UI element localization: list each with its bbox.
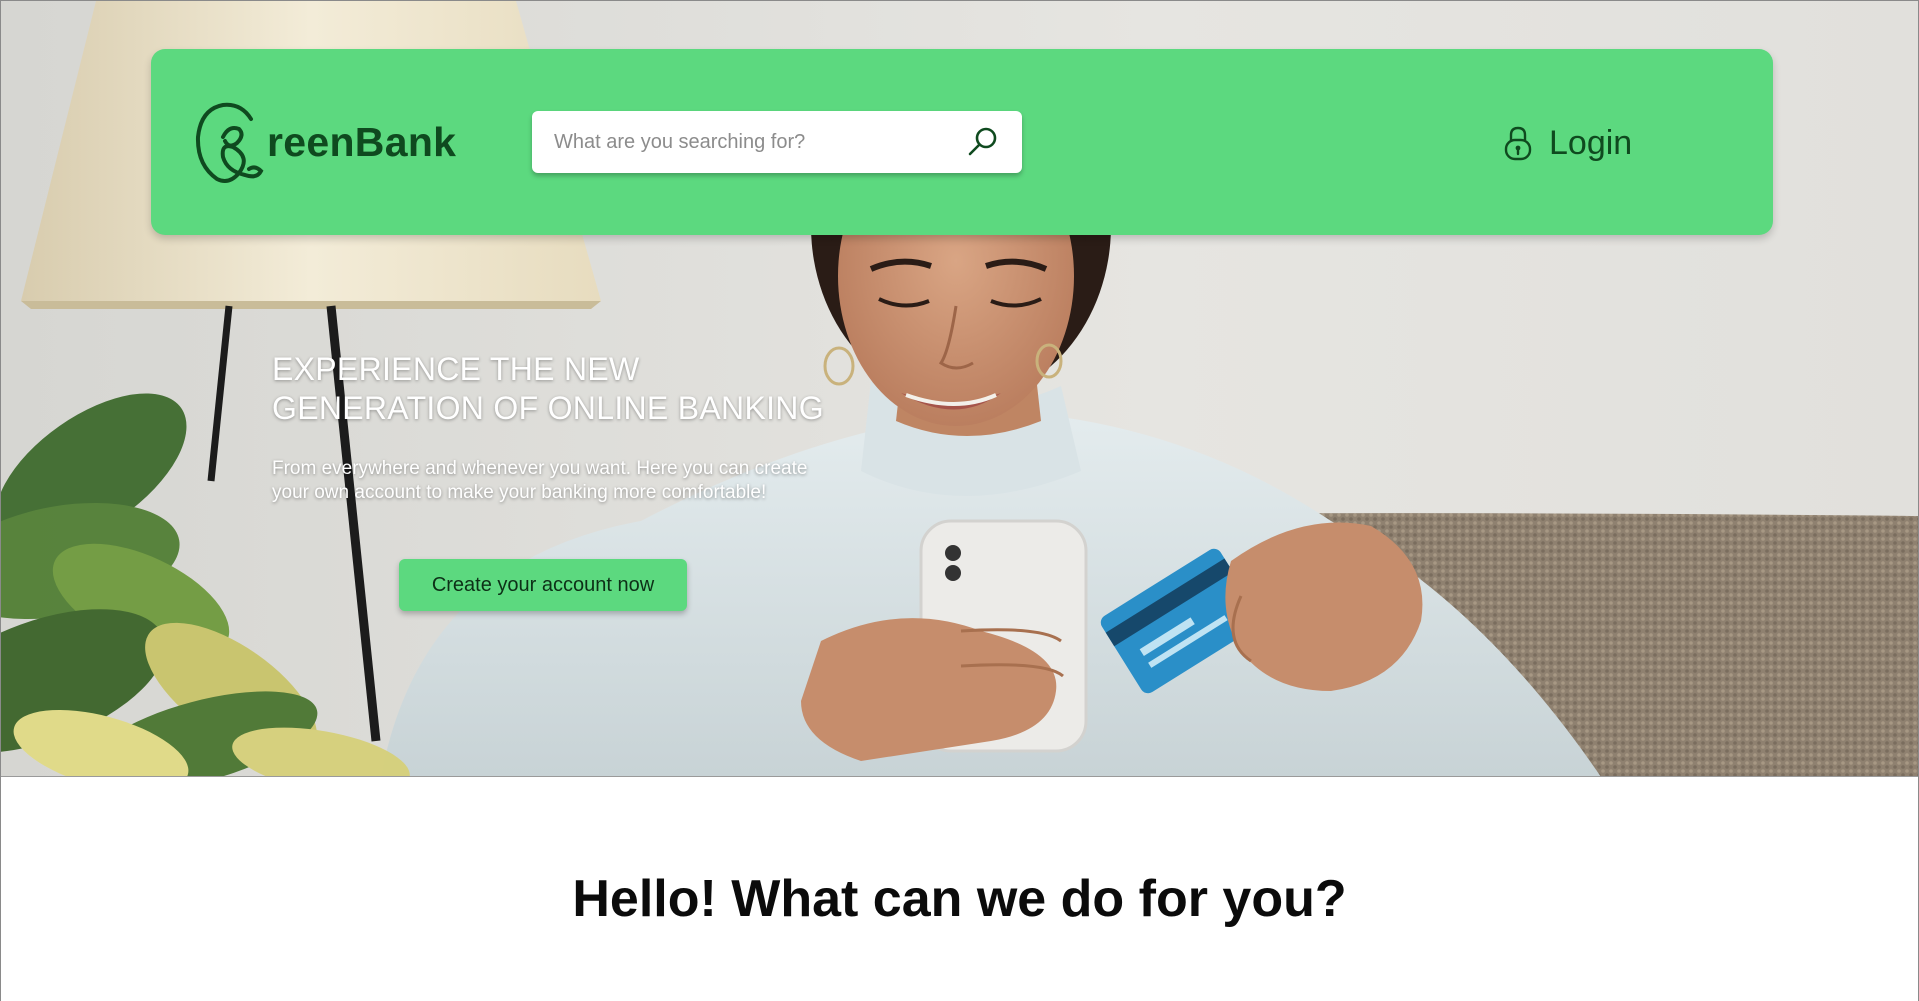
login-button[interactable]: Login [1503,121,1632,165]
login-label: Login [1549,123,1633,162]
hero-section: reenBank Login EXPERIE [1,1,1918,777]
greenbank-g-logo-icon [195,102,264,183]
brand-name: reenBank [267,118,457,165]
hero-description: From everywhere and whenever you want. H… [272,458,808,503]
search-icon[interactable] [966,125,1000,159]
padlock-icon [1504,126,1532,161]
search-bar [532,111,1022,173]
page: reenBank Login EXPERIE [0,0,1919,1001]
section-heading: Hello! What can we do for you? [572,870,1347,928]
search-input[interactable] [552,129,952,155]
hero-title-line-1: EXPERIENCE THE NEW [272,351,640,387]
brand-logo[interactable]: reenBank [193,97,456,187]
hero-title: EXPERIENCE THE NEW GENERATION OF ONLINE … [272,350,892,428]
top-navbar: reenBank Login [151,49,1773,235]
create-account-button[interactable]: Create your account now [399,559,687,611]
hero-title-line-2: GENERATION OF ONLINE BANKING [272,390,824,426]
